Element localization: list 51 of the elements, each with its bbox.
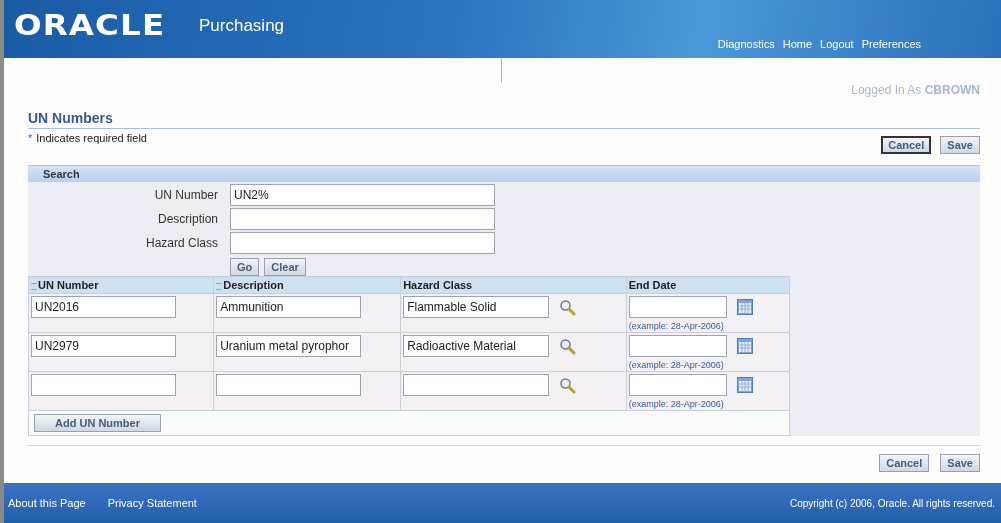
search-field[interactable]: UN2% [230, 184, 495, 206]
search-icon[interactable] [559, 298, 577, 316]
column-header: Description [213, 276, 401, 294]
search-field[interactable] [230, 232, 495, 254]
header-link[interactable]: Preferences [861, 38, 921, 50]
logged-in-label: Logged In As CBROWN [850, 83, 980, 99]
go-button[interactable]: Go [230, 258, 260, 276]
field-label: UN Number [153, 187, 218, 204]
table-input[interactable]: UN2979 [31, 335, 176, 357]
column-header: UN Number [28, 276, 214, 294]
logo: ORACLE [14, 8, 166, 42]
table-input[interactable]: Uranium metal pyrophor [216, 335, 362, 357]
save-button[interactable]: Save [940, 136, 980, 154]
table-input[interactable] [216, 374, 362, 396]
required-note: * Indicates required field [28, 132, 147, 144]
header-link[interactable]: Home [782, 38, 813, 50]
table-input[interactable] [403, 374, 550, 396]
save-button[interactable]: Save [940, 454, 980, 472]
table-input[interactable] [628, 335, 727, 357]
header-link[interactable]: Diagnostics [717, 38, 775, 50]
header-link[interactable]: Logout [820, 38, 854, 50]
table-input[interactable] [31, 374, 176, 396]
field-label: Hazard Class [144, 235, 218, 252]
search-icon[interactable] [559, 337, 577, 355]
search-header: Search [28, 165, 980, 182]
page-title: UN Numbers [28, 110, 980, 129]
date-hint: (example: 28-Apr-2006) [628, 399, 724, 409]
calendar-icon[interactable] [736, 299, 753, 315]
table-input[interactable] [628, 374, 727, 396]
cancel-button[interactable]: Cancel [881, 136, 932, 154]
app-title: Purchasing [199, 16, 285, 36]
footer-link[interactable]: Privacy Statement [107, 497, 197, 509]
copyright-text: Copyright (c) 2006, Oracle. All rights reserved. [789, 497, 995, 509]
table-input[interactable] [628, 296, 727, 318]
table-input[interactable]: UN2016 [31, 296, 176, 318]
clear-button[interactable]: Clear [264, 258, 306, 276]
footer-link[interactable]: About this Page [8, 497, 86, 509]
column-header: Hazard Class [400, 276, 627, 294]
date-hint: (example: 28-Apr-2006) [628, 321, 724, 331]
calendar-icon[interactable] [736, 377, 753, 393]
add-button[interactable]: Add UN Number [34, 414, 161, 432]
table-input[interactable]: Radioactive Material [403, 335, 550, 357]
field-label: Description [156, 211, 218, 228]
cancel-button[interactable]: Cancel [879, 454, 930, 472]
table-input[interactable]: Flammable Solid [403, 296, 550, 318]
column-header: End Date [626, 276, 790, 294]
calendar-icon[interactable] [736, 338, 753, 354]
table-input[interactable]: Ammunition [216, 296, 362, 318]
date-hint: (example: 28-Apr-2006) [628, 360, 724, 370]
search-field[interactable] [230, 208, 495, 230]
search-icon[interactable] [559, 376, 577, 394]
